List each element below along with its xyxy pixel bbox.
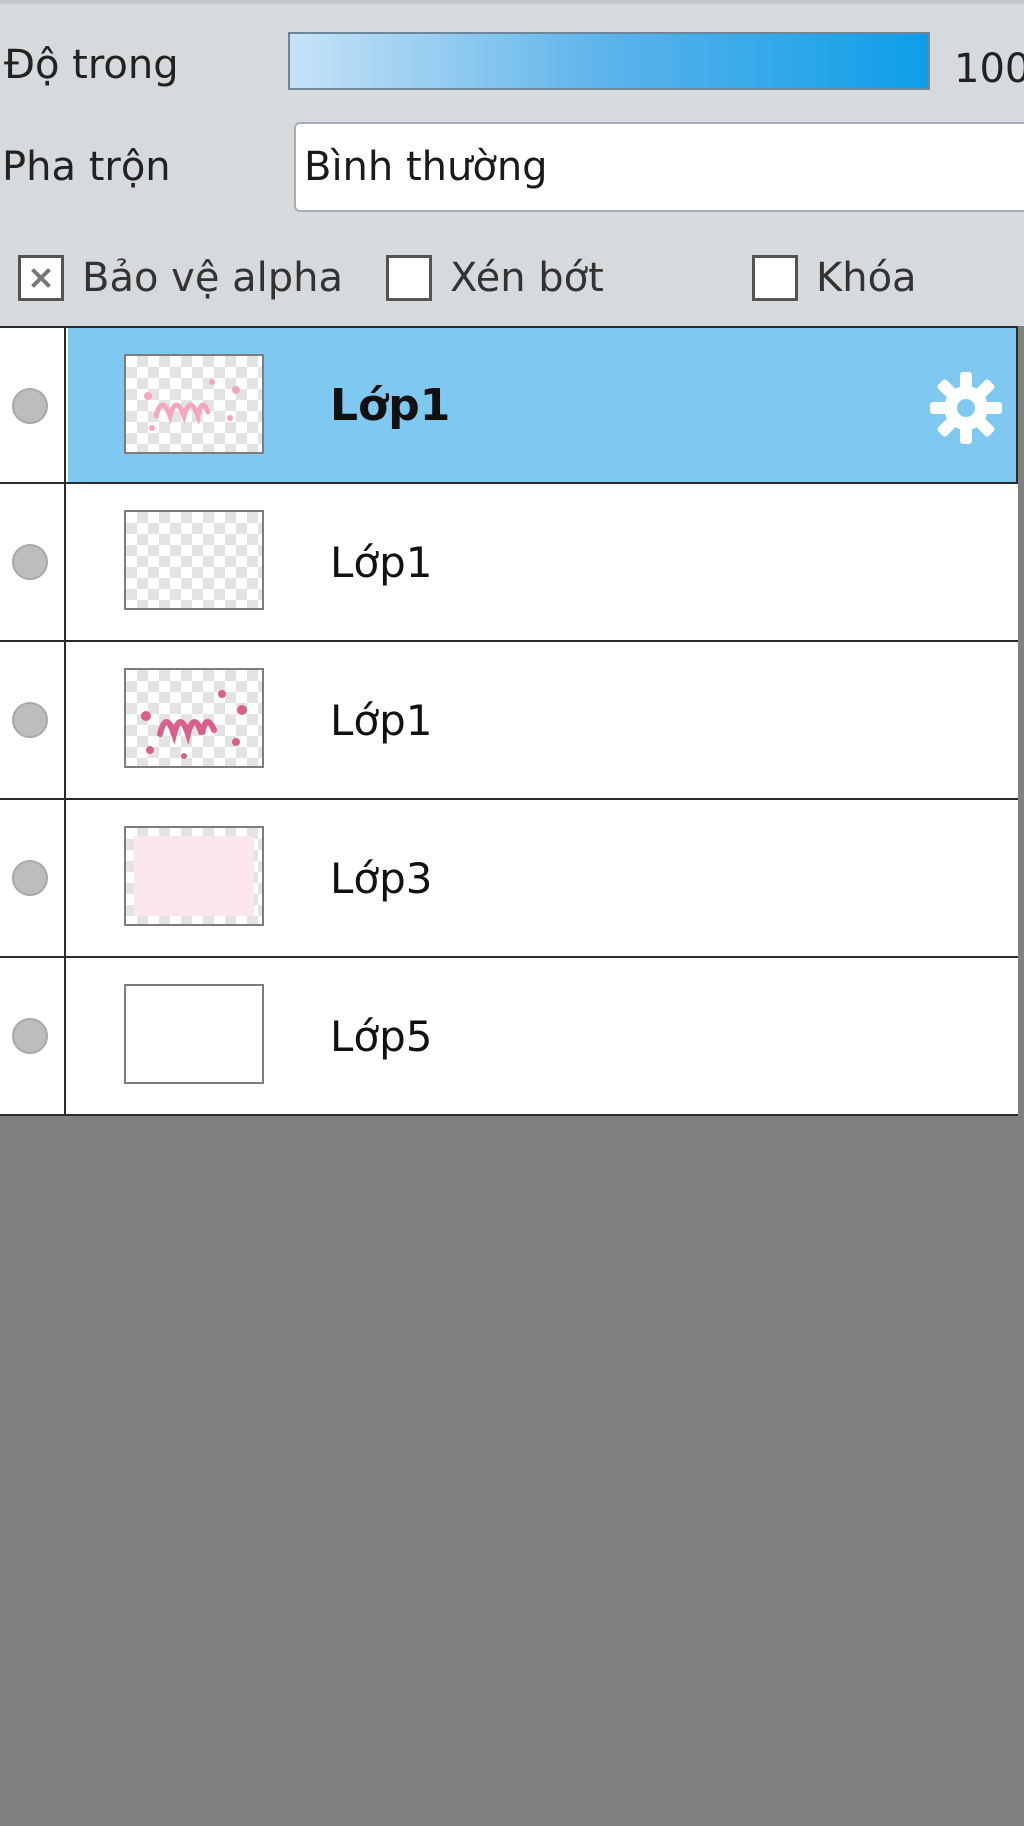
opacity-label: Độ trong [4, 42, 179, 88]
layer-body[interactable]: Lớp5 [68, 958, 1018, 1114]
layer-row[interactable]: Lớp1 [0, 642, 1018, 800]
visibility-toggle-icon[interactable] [12, 702, 48, 738]
visibility-column [0, 642, 66, 798]
layer-thumbnail [124, 354, 264, 454]
layer-thumbnail [124, 510, 264, 610]
layer-body[interactable]: Lớp1 [68, 484, 1018, 640]
opacity-slider[interactable] [288, 32, 930, 90]
layer-thumbnail [124, 668, 264, 768]
layer-name: Lớp1 [330, 538, 433, 587]
lock-checkbox[interactable] [752, 255, 798, 301]
layers-list: Lớp1 Lớp1 Lớp1 Lớp3 Lớp5 [0, 326, 1018, 1116]
layer-row[interactable]: Lớp3 [0, 800, 1018, 958]
protect-alpha-option[interactable]: Bảo vệ alpha [18, 252, 343, 304]
visibility-column [0, 328, 66, 482]
visibility-column [0, 484, 66, 640]
visibility-toggle-icon[interactable] [12, 388, 48, 424]
layer-name: Lớp5 [330, 1012, 433, 1061]
doodle-thumbnail-art [144, 379, 240, 431]
visibility-toggle-icon[interactable] [12, 1018, 48, 1054]
empty-layers-area [0, 1116, 1024, 1826]
visibility-toggle-icon[interactable] [12, 544, 48, 580]
clipping-checkbox[interactable] [386, 255, 432, 301]
visibility-toggle-icon[interactable] [12, 860, 48, 896]
blend-mode-select[interactable]: Bình thường [294, 122, 1024, 212]
clipping-option[interactable]: Xén bớt [386, 252, 604, 304]
gear-icon[interactable] [928, 370, 1004, 446]
layer-row[interactable]: Lớp1 [0, 484, 1018, 642]
layer-thumbnail [124, 984, 264, 1084]
layer-body[interactable]: Lớp3 [68, 800, 1018, 956]
doodle-thumbnail-art [141, 690, 247, 759]
clipping-label: Xén bớt [450, 255, 604, 301]
protect-alpha-label: Bảo vệ alpha [82, 255, 344, 301]
visibility-column [0, 800, 66, 956]
lock-option[interactable]: Khóa [752, 252, 917, 304]
layer-properties-panel: Độ trong 100 Pha trộn Bình thường Bảo vệ… [0, 0, 1024, 326]
layer-name: Lớp1 [330, 380, 451, 431]
protect-alpha-checkbox[interactable] [18, 255, 64, 301]
layer-body[interactable]: Lớp1 [68, 642, 1018, 798]
opacity-value: 100 [954, 46, 1024, 92]
blend-mode-label: Pha trộn [2, 144, 171, 190]
layer-name: Lớp1 [330, 696, 433, 745]
layer-body[interactable]: Lớp1 [68, 328, 1018, 482]
layer-name: Lớp3 [330, 854, 433, 903]
layer-row[interactable]: Lớp5 [0, 958, 1018, 1116]
visibility-column [0, 958, 66, 1114]
layer-row[interactable]: Lớp1 [0, 326, 1018, 484]
layer-thumbnail [124, 826, 264, 926]
lock-label: Khóa [816, 255, 917, 301]
opacity-slider-fill [290, 34, 928, 88]
